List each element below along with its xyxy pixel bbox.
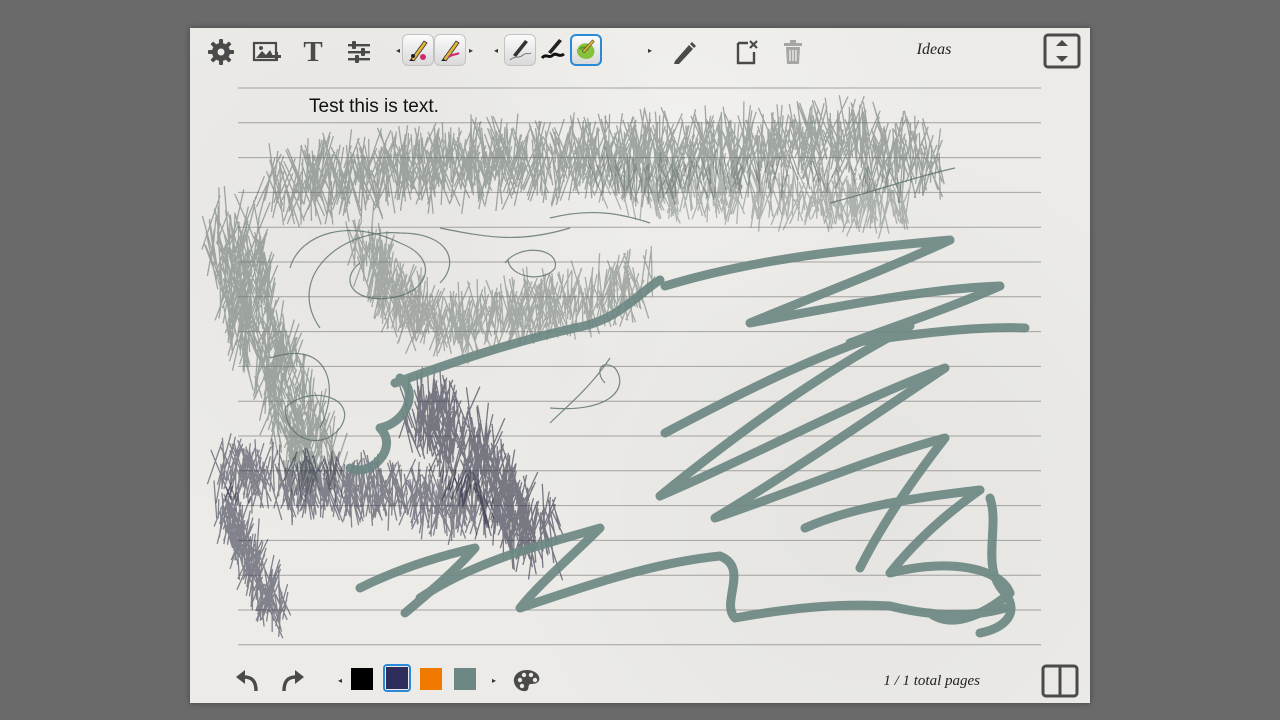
color-scroll-right[interactable]: ▸ — [490, 672, 498, 688]
color-swatch-navy[interactable] — [386, 667, 408, 689]
eraser-button[interactable] — [667, 35, 701, 69]
delete-button[interactable] — [776, 35, 810, 69]
redo-button[interactable] — [276, 664, 310, 698]
notebook-window: T ◂ ▸ ◂ ▸ Ideas Test this is text. ◂ ▸ 1… — [190, 28, 1090, 703]
undo-button[interactable] — [230, 664, 264, 698]
pen-preset-1[interactable] — [402, 34, 434, 66]
pen-preset-icon — [441, 40, 460, 62]
drawing-canvas[interactable] — [190, 28, 1090, 703]
palette-icon — [513, 670, 540, 692]
book-icon — [1041, 664, 1079, 698]
fullscreen-icon — [1043, 33, 1081, 69]
pen-preset-icon — [409, 40, 428, 62]
pages-view-button[interactable] — [1038, 662, 1082, 700]
pencil-icon — [674, 42, 696, 64]
pen-scroll-right[interactable]: ▸ — [467, 42, 475, 58]
export-page-icon — [736, 40, 758, 65]
text-tool-button[interactable]: T — [296, 35, 330, 69]
pen-preset-2[interactable] — [434, 34, 466, 66]
pen-scroll-left[interactable]: ◂ — [394, 42, 402, 58]
trash-icon — [784, 40, 802, 64]
pen-preset-3[interactable] — [504, 34, 536, 66]
text-note[interactable]: Test this is text. — [309, 96, 439, 118]
undo-icon — [236, 670, 258, 692]
page-indicator: 1 / 1 total pages — [883, 673, 980, 689]
text-tool-icon: T — [303, 35, 323, 68]
color-swatch-orange[interactable] — [420, 668, 442, 690]
brush-scroll-right[interactable]: ▸ — [646, 42, 654, 58]
adjust-button[interactable] — [342, 35, 376, 69]
pen-preset-icon — [576, 39, 595, 60]
gear-icon — [208, 39, 234, 65]
color-scroll-left[interactable]: ◂ — [336, 672, 344, 688]
sliders-icon — [348, 41, 370, 63]
dark-brush-strokes — [206, 365, 564, 639]
pen-preset-4[interactable] — [538, 34, 568, 64]
color-swatch-gray-green[interactable] — [454, 668, 476, 690]
brush-scroll-left[interactable]: ◂ — [492, 42, 500, 58]
insert-image-button[interactable] — [250, 35, 284, 69]
settings-button[interactable] — [204, 35, 238, 69]
fullscreen-button[interactable] — [1042, 31, 1082, 71]
palette-button[interactable] — [510, 664, 544, 698]
color-swatch-black[interactable] — [351, 668, 373, 690]
redo-icon — [282, 670, 304, 692]
export-page-button[interactable] — [730, 35, 764, 69]
pen-preset-icon — [540, 39, 565, 60]
pen-preset-icon — [509, 40, 532, 61]
pen-preset-5[interactable] — [570, 34, 602, 66]
notebook-title[interactable]: Ideas — [890, 41, 978, 59]
image-add-icon — [252, 41, 281, 62]
top-toolbar: T ◂ ▸ ◂ ▸ Ideas — [190, 28, 1090, 74]
